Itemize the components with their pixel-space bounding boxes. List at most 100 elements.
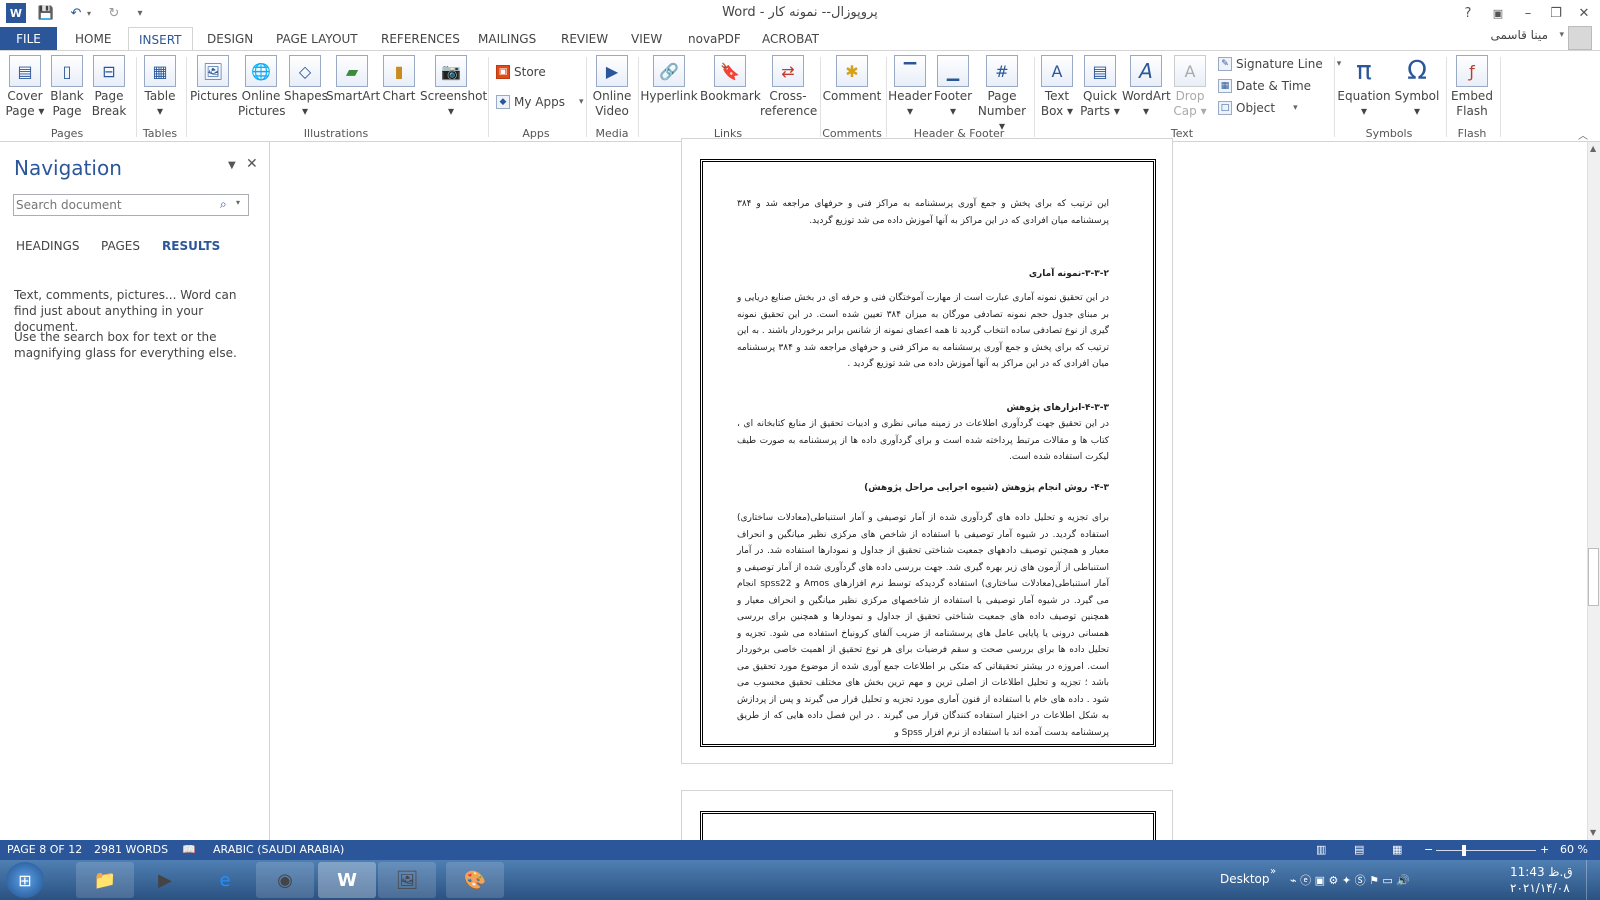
tab-design[interactable]: DESIGN [197,27,263,51]
document-area[interactable]: این ترتیب که برای پخش و جمع آوری پرسشنام… [271,138,1587,871]
document-page[interactable]: این ترتیب که برای پخش و جمع آوری پرسشنام… [681,138,1173,764]
tab-home[interactable]: HOME [65,27,121,51]
zoom-out-icon[interactable]: − [1424,843,1433,856]
wordart-button[interactable]: A WordArt ▾ [1122,55,1171,119]
chevron-down-icon[interactable]: ▾ [236,198,240,207]
tab-headings[interactable]: HEADINGS [16,239,80,253]
internet-explorer-icon[interactable]: e [196,862,254,898]
my-apps-button[interactable]: ◆ My Apps ▾ [496,95,584,109]
equation-button[interactable]: π Equation ▾ [1336,55,1392,119]
screenshot-button[interactable]: 📷 Screenshot ▾ [420,55,487,119]
collapse-ribbon-icon[interactable]: ︿ [1578,127,1588,142]
table-button[interactable]: ▦ Table ▾ [140,55,180,119]
tab-file[interactable]: FILE [0,27,57,51]
tab-review[interactable]: REVIEW [551,27,618,51]
cover-page-button[interactable]: ▤ Cover Page ▾ [4,55,46,119]
chrome-icon[interactable]: ◉ [256,862,314,898]
clock-date[interactable]: ۲۰۲۱/۱۴/۰۸ [1510,881,1570,895]
comment-button[interactable]: ✱ Comment [822,55,882,104]
date-time-button[interactable]: ▦ Date & Time [1218,79,1311,93]
tab-insert[interactable]: INSERT [128,27,193,51]
read-mode-icon[interactable]: ▥ [1316,843,1326,856]
tab-results[interactable]: RESULTS [162,239,220,253]
language[interactable]: ARABIC (SAUDI ARABIA) [213,843,344,856]
tab-page-layout[interactable]: PAGE LAYOUT [266,27,368,51]
help-button[interactable]: ? [1454,3,1482,23]
nav-options-icon[interactable]: ▼ [228,160,236,171]
paint-icon[interactable]: 🎨 [446,862,504,898]
scroll-up-icon[interactable]: ▲ [1590,144,1596,153]
signature-line-button[interactable]: ✎ Signature Line ▾ [1218,57,1341,71]
page-number-button[interactable]: # Page Number ▾ [974,55,1030,134]
tab-mailings[interactable]: MAILINGS [468,27,546,51]
zoom-slider[interactable] [1436,850,1536,851]
paragraph[interactable]: در این تحقیق نمونه آماری عبارت است از مه… [737,290,1109,373]
show-desktop-button[interactable] [1586,860,1600,900]
chevron-right-icon[interactable]: » [1270,866,1276,877]
scrollbar-thumb[interactable] [1588,548,1599,606]
word-count[interactable]: 2981 WORDS [94,843,168,856]
minimize-button[interactable]: – [1514,3,1542,23]
desktop-toolbar[interactable]: Desktop [1220,872,1270,886]
section-heading[interactable]: ۴-۳- روش انجام پژوهش (شیوه اجرایی مراحل … [737,480,1109,497]
print-layout-icon[interactable]: ▤ [1354,843,1364,856]
symbol-button[interactable]: Ω Symbol ▾ [1392,55,1442,119]
restore-button[interactable]: ❐ [1542,3,1570,23]
drop-cap-button[interactable]: A Drop Cap ▾ [1172,55,1208,119]
page-break-button[interactable]: ⊟ Page Break [88,55,130,119]
nav-search-box[interactable]: ⌕ ▾ [13,194,249,216]
text-box-button[interactable]: A Text Box ▾ [1036,55,1078,119]
chart-button[interactable]: ▮ Chart [380,55,418,104]
vertical-scrollbar[interactable]: ▲ ▼ [1587,142,1600,840]
search-icon[interactable]: ⌕ [220,197,227,212]
zoom-slider-thumb[interactable] [1462,845,1466,856]
online-video-button[interactable]: ▶ Online Video [590,55,634,119]
explorer-icon[interactable]: 📁 [76,862,134,898]
tab-acrobat[interactable]: ACROBAT [752,27,829,51]
media-player-icon[interactable]: ▶ [136,862,194,898]
close-button[interactable]: ✕ [1570,3,1598,23]
shapes-button[interactable]: ◇ Shapes ▾ [284,55,328,119]
zoom-level[interactable]: 60 % [1560,843,1588,856]
pictures-button[interactable]: 🖼 Pictures [190,55,238,104]
paragraph[interactable]: برای تجزیه و تحلیل داده های گردآوری شده … [737,510,1109,741]
header-button[interactable]: ▔ Header ▾ [888,55,932,119]
footer-button[interactable]: ▁ Footer ▾ [932,55,974,119]
scroll-down-icon[interactable]: ▼ [1590,828,1596,837]
avatar[interactable] [1568,26,1592,50]
store-button[interactable]: ▣ Store [496,65,546,79]
smartart-button[interactable]: ▰ SmartArt [326,55,380,104]
object-icon: □ [1218,101,1232,115]
search-input[interactable] [16,196,212,214]
bookmark-button[interactable]: 🔖 Bookmark [700,55,761,104]
zoom-in-icon[interactable]: + [1540,843,1549,856]
section-heading[interactable]: ۳-۳-۲-نمونه آماری [737,266,1109,283]
word-taskbar-icon[interactable]: W [318,862,376,898]
tab-pages[interactable]: PAGES [101,239,140,253]
close-icon[interactable]: ✕ [246,156,258,172]
section-heading[interactable]: ۴-۳-۳-ابزارهای پژوهش [737,400,1109,417]
object-button[interactable]: □ Object ▾ [1218,101,1298,115]
proofing-icon[interactable]: 📖 [182,843,196,856]
tray-icons[interactable]: ⌁ ⓔ ▣ ⚙ ✦ Ⓢ ⚑ ▭ 🔊 [1290,872,1410,888]
shapes-icon: ◇ [289,55,321,87]
page-count[interactable]: PAGE 8 OF 12 [7,843,82,856]
user-name[interactable]: مینا قاسمی [1490,28,1548,42]
online-pictures-button[interactable]: 🌐 Online Pictures [238,55,286,119]
cross-reference-button[interactable]: ⇄ Cross- reference [760,55,817,119]
ribbon-display-options-icon[interactable]: ▣ [1484,3,1512,23]
tab-references[interactable]: REFERENCES [371,27,470,51]
start-button[interactable]: ⊞ [6,862,44,898]
user-dropdown-icon[interactable]: ▾ [1559,30,1564,40]
clock-time[interactable]: 11:43 ق.ظ [1510,865,1573,879]
photo-viewer-icon[interactable]: 🖼 [378,862,436,898]
tab-novapdf[interactable]: novaPDF [678,27,751,51]
web-layout-icon[interactable]: ▦ [1392,843,1402,856]
embed-flash-button[interactable]: ƒ Embed Flash [1448,55,1496,119]
blank-page-button[interactable]: ▯ Blank Page [46,55,88,119]
paragraph[interactable]: این ترتیب که برای پخش و جمع آوری پرسشنام… [737,196,1109,229]
paragraph[interactable]: در این تحقیق جهت گردآوری اطلاعات در زمین… [737,416,1109,466]
hyperlink-button[interactable]: 🔗 Hyperlink [640,55,698,104]
tab-view[interactable]: VIEW [621,27,672,51]
quick-parts-button[interactable]: ▤ Quick Parts ▾ [1078,55,1122,119]
